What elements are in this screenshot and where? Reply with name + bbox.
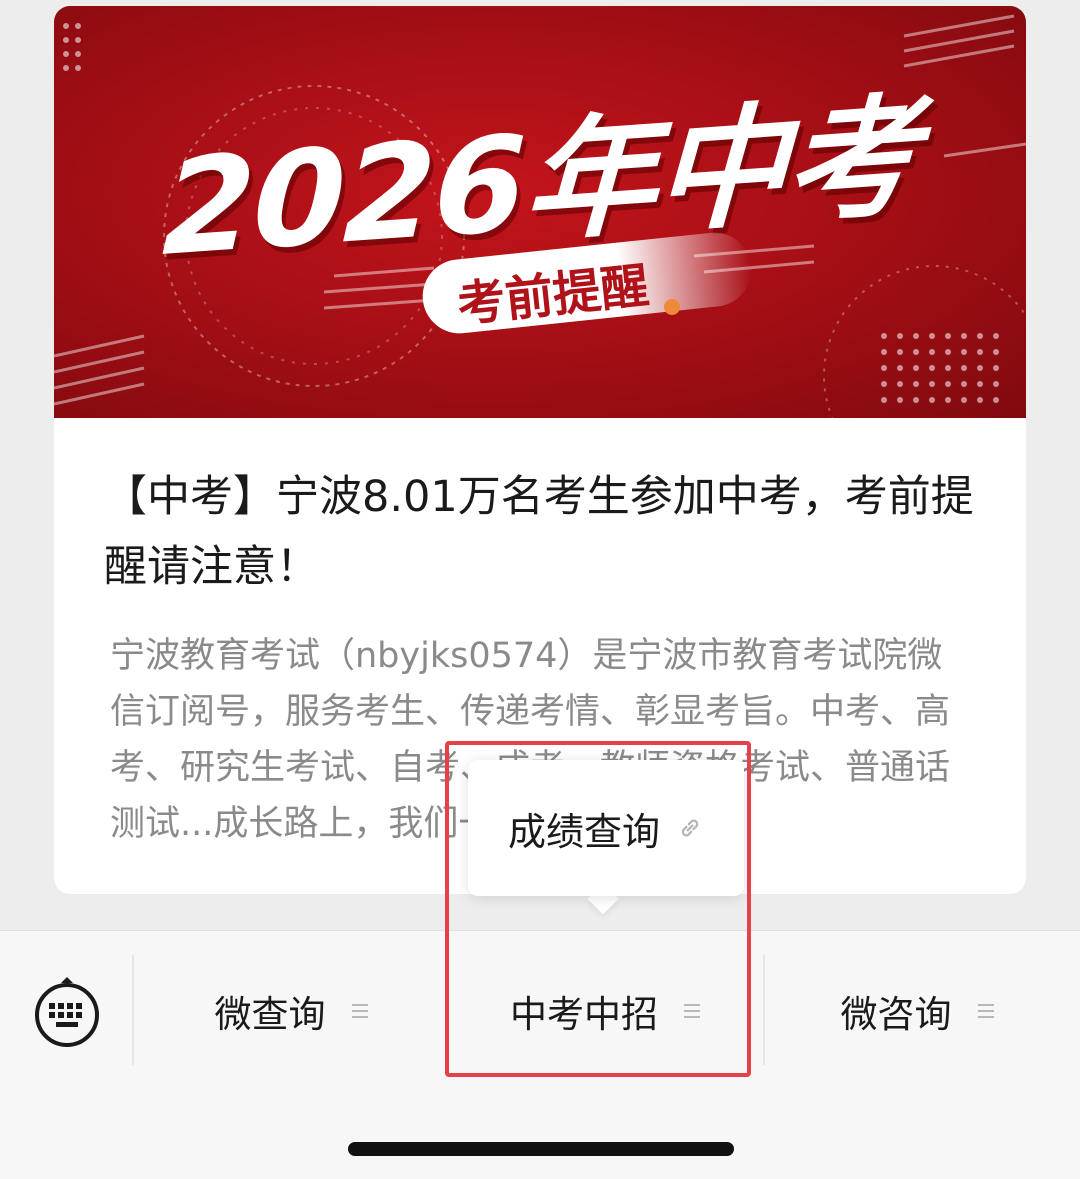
menu-item-wei-consult[interactable]: 微咨询: [767, 981, 1067, 1041]
submenu-item-score-query[interactable]: 成绩查询: [468, 796, 744, 860]
menu-item-zhongkao-zhongzhao[interactable]: 中考中招: [450, 981, 760, 1041]
submenu-item-label: 成绩查询: [507, 809, 660, 854]
article-title[interactable]: 【中考】宁波8.01万名考生参加中考，考前提醒请注意！: [104, 462, 984, 602]
home-indicator: [348, 1142, 734, 1156]
keyboard-toggle-button[interactable]: [32, 975, 102, 1047]
menu-item-label: 中考中招: [510, 993, 658, 1036]
menu-divider: [132, 955, 134, 1065]
submenu-popup: 成绩查询: [468, 760, 744, 896]
menu-item-label: 微咨询: [840, 993, 952, 1036]
menu-lines-icon: [684, 1004, 700, 1018]
menu-lines-icon: [977, 1004, 994, 1018]
screen: 2026年中考 考前提醒 【中考】宁波8.01万名考生参加中考，考前提醒请注意！…: [0, 0, 1080, 1179]
keyboard-icon: [35, 977, 99, 1047]
article-banner-image: 2026年中考 考前提醒: [54, 6, 1026, 418]
menu-item-label: 微查询: [214, 993, 326, 1036]
menu-divider: [763, 955, 765, 1065]
menu-lines-icon: [351, 1004, 368, 1018]
menu-item-wei-query[interactable]: 微查询: [136, 981, 446, 1041]
banner-dot: [664, 299, 680, 315]
link-icon: [681, 819, 699, 837]
menu-divider: [446, 955, 448, 1065]
